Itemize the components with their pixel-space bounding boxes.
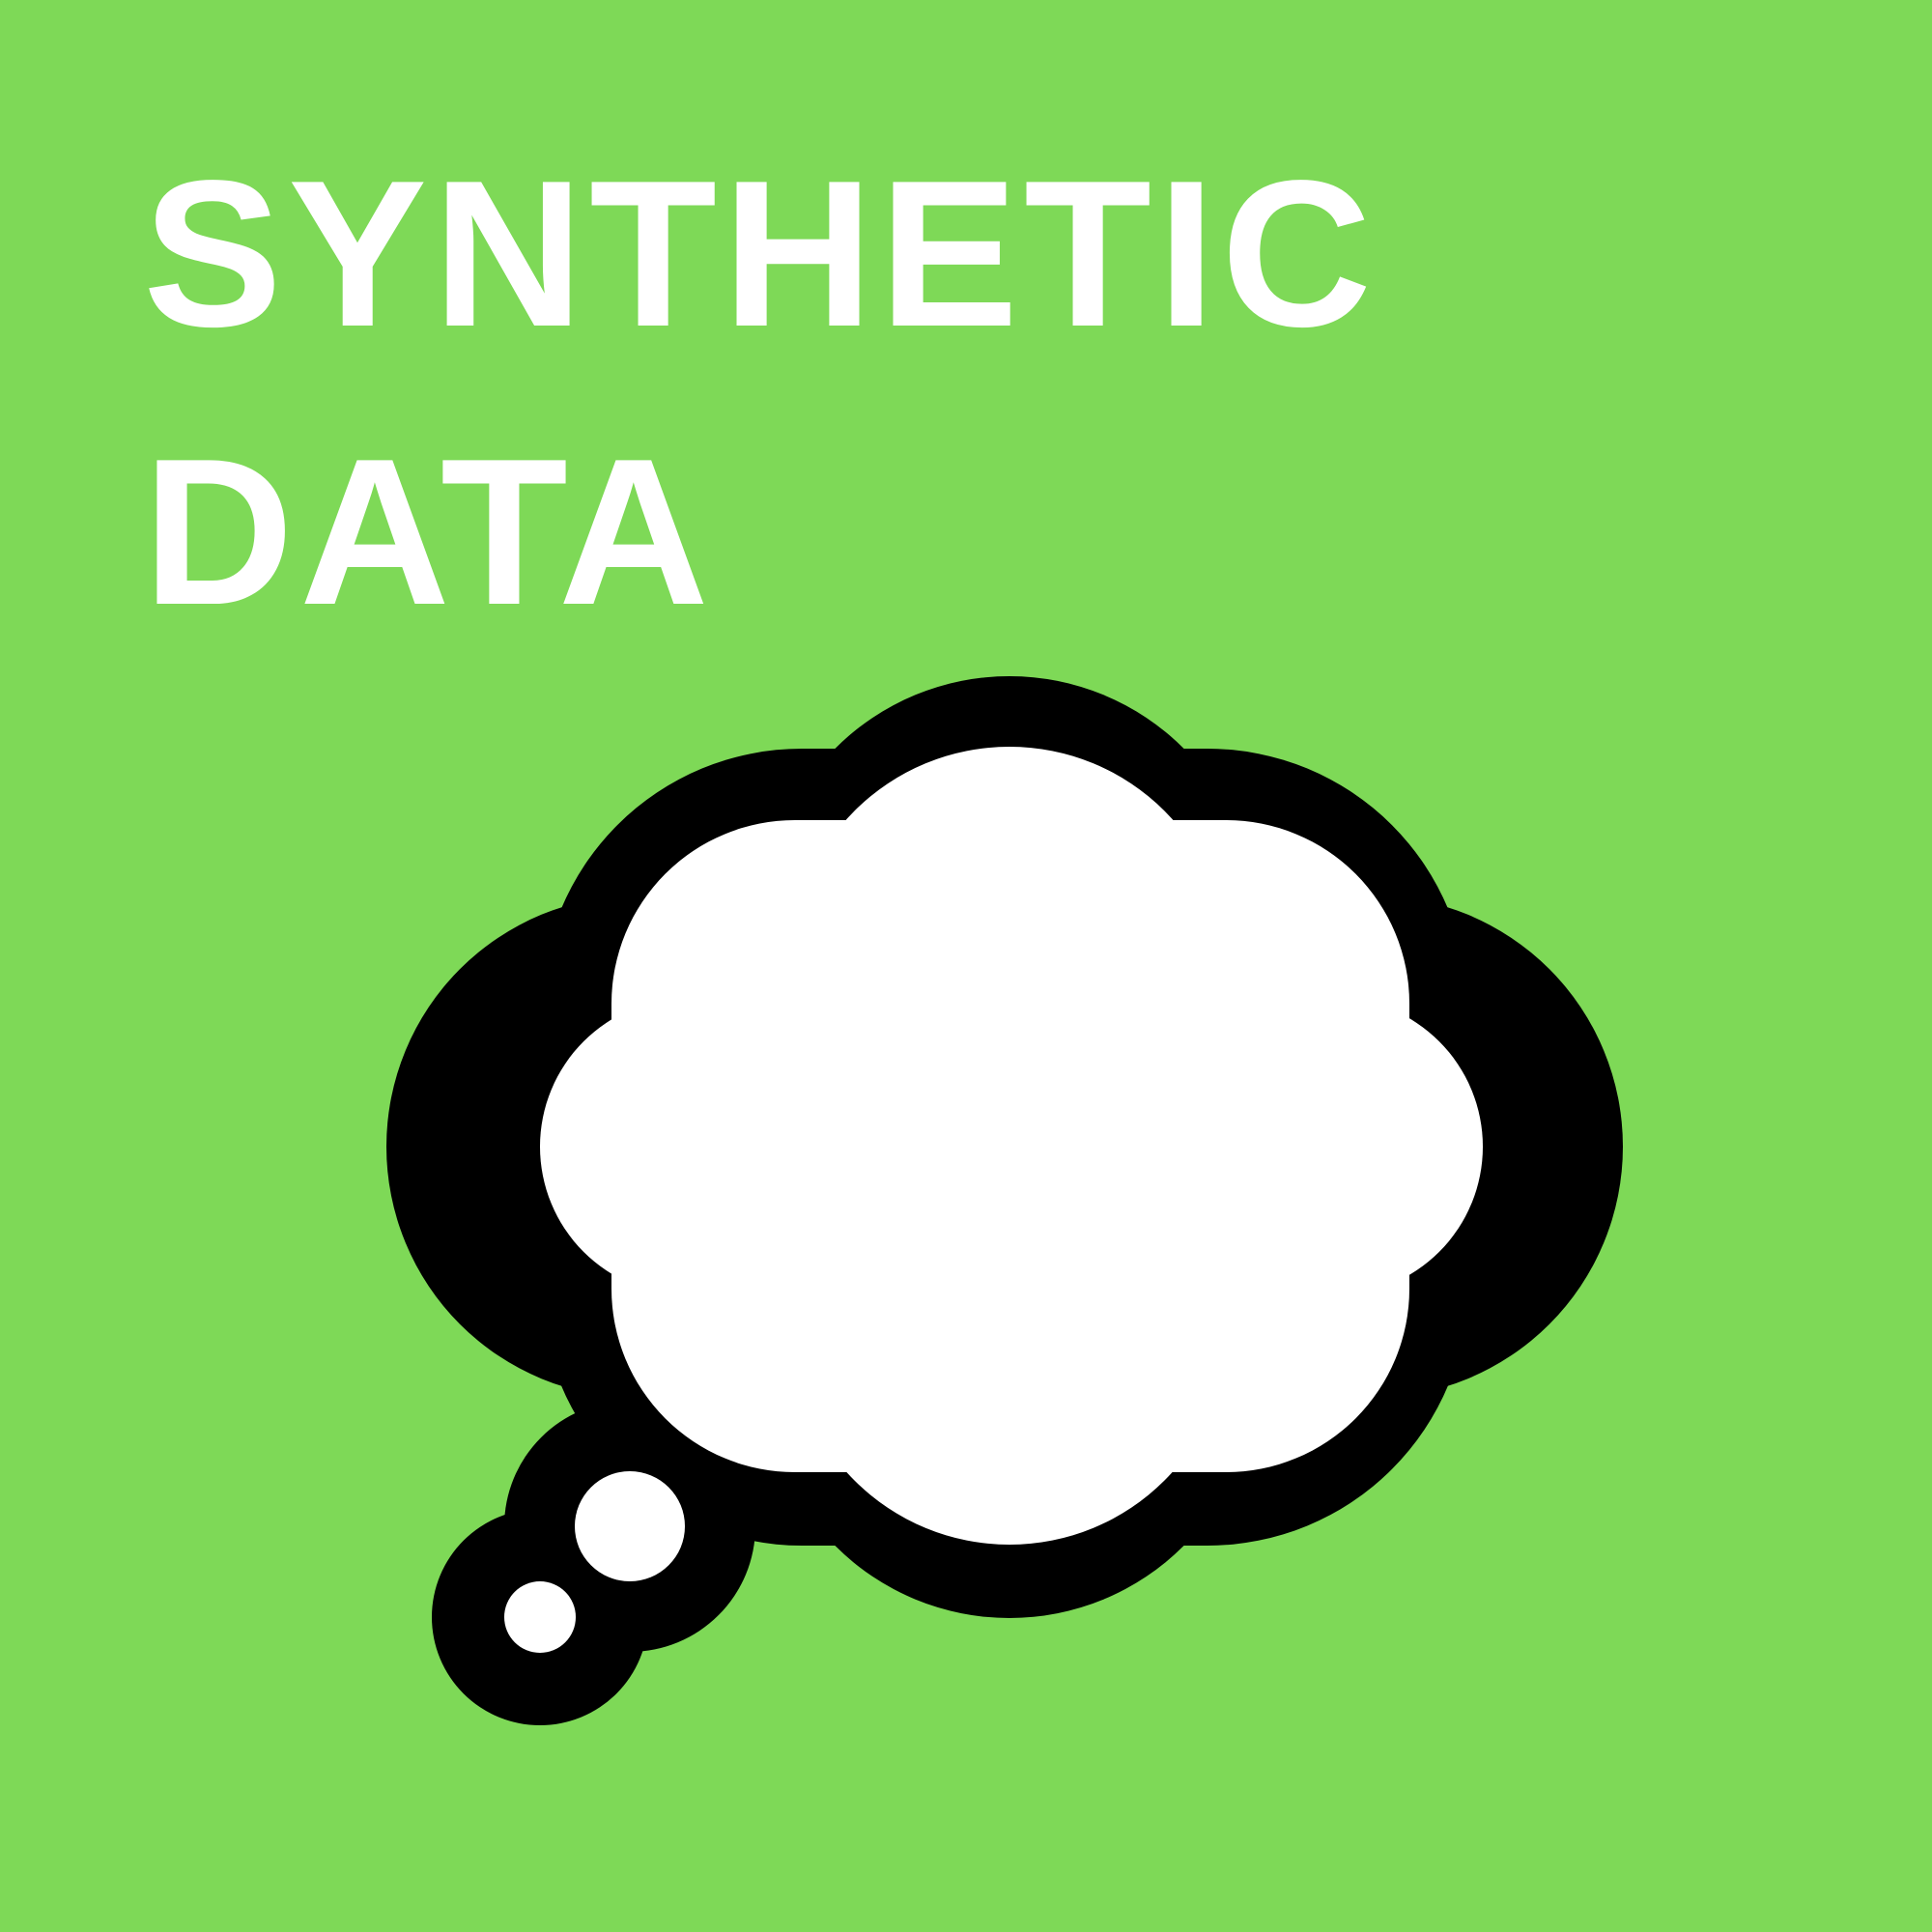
thought-bubble-icon: [386, 676, 1623, 1725]
